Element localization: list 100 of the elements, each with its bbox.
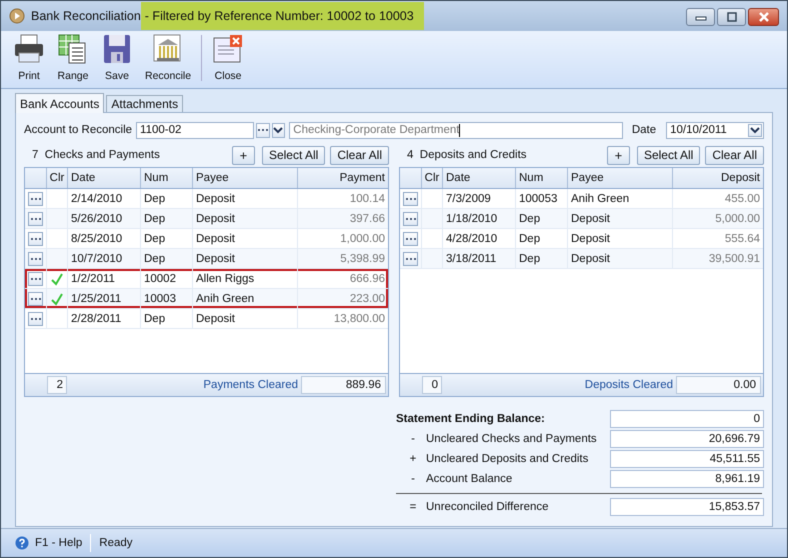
- toolbar-button[interactable]: Range: [53, 33, 93, 82]
- amount-field: 45,511.55: [610, 450, 764, 468]
- table-row[interactable]: 3/18/2011 Dep Deposit 39,500.91: [400, 249, 763, 269]
- row-detail-button[interactable]: [403, 212, 418, 226]
- table-cell: Dep: [516, 249, 568, 268]
- summary-label: Unreconciled Difference: [426, 500, 549, 512]
- row-detail-button[interactable]: [403, 232, 418, 246]
- table-cell: 10/7/2010: [68, 249, 141, 268]
- table-cell: Deposit: [193, 309, 298, 328]
- column-header[interactable]: Clr: [422, 168, 443, 188]
- column-header[interactable]: Num: [516, 168, 568, 188]
- table-cell: Anih Green: [568, 189, 673, 208]
- summary-label: Uncleared Deposits and Credits: [426, 452, 588, 464]
- table-cell-text: 100.14: [348, 192, 386, 206]
- column-header[interactable]: Date: [443, 168, 516, 188]
- field-label: Account to Reconcile: [24, 124, 132, 136]
- section-title: 4 Deposits and Credits: [407, 149, 527, 161]
- summary-label: Account Balance: [426, 472, 512, 484]
- row-detail-button[interactable]: [403, 192, 418, 206]
- table-cell-text: 455.00: [724, 192, 761, 206]
- ellipsis-icon: [404, 256, 416, 260]
- column-header[interactable]: Payment: [298, 168, 388, 188]
- help-icon: [15, 536, 29, 550]
- cleared-total: 0.00: [676, 376, 761, 394]
- ellipsis-icon: [30, 236, 42, 240]
- dropdown-button[interactable]: [272, 122, 286, 138]
- tab[interactable]: Bank Accounts: [15, 93, 104, 113]
- row-detail-button[interactable]: [28, 252, 43, 266]
- sign-symbol: -: [410, 432, 416, 444]
- tab[interactable]: Attachments: [106, 95, 184, 112]
- dropdown-button[interactable]: [748, 124, 762, 136]
- ellipsis-icon: [404, 236, 416, 240]
- maximize-icon: [726, 12, 738, 22]
- row-detail-button[interactable]: [28, 192, 43, 206]
- toolbar-button[interactable]: Print: [9, 33, 49, 82]
- table-cell: Dep: [516, 209, 568, 228]
- table-cell: 7/3/2009: [443, 189, 516, 208]
- amount-field: 15,853.57: [610, 498, 764, 516]
- footer-label: Payments Cleared: [203, 379, 298, 391]
- toolbar-button[interactable]: Save: [97, 33, 137, 82]
- table-cell: 1/18/2010: [443, 209, 516, 228]
- table-cell-text: 13,800.00: [332, 312, 386, 326]
- select-all-button[interactable]: Select All: [636, 146, 700, 164]
- table-cell: Deposit: [193, 249, 298, 268]
- table-row[interactable]: 2/28/2011 Dep Deposit 13,800.00: [25, 309, 388, 329]
- table-cell: 10003: [141, 289, 193, 308]
- checkmark-icon: [50, 272, 64, 286]
- table-cell: Deposit: [568, 249, 673, 268]
- minimize-button[interactable]: [686, 8, 715, 26]
- ellipsis-icon: [30, 296, 42, 300]
- row-detail-button[interactable]: [28, 292, 43, 306]
- table-cell-text: 223.00: [348, 292, 386, 306]
- column-header[interactable]: Payee: [193, 168, 298, 188]
- table-row[interactable]: 10/7/2010 Dep Deposit 5,398.99: [25, 249, 388, 269]
- table-cell: 100053: [516, 189, 568, 208]
- sign-symbol: =: [408, 500, 418, 512]
- table-row[interactable]: 1/18/2010 Dep Deposit 5,000.00: [400, 209, 763, 229]
- close-button[interactable]: [748, 8, 779, 26]
- table-cell: Deposit: [193, 189, 298, 208]
- table-cell-text: 666.96: [348, 272, 386, 286]
- table-row[interactable]: 5/26/2010 Dep Deposit 397.66: [25, 209, 388, 229]
- row-detail-button[interactable]: [28, 212, 43, 226]
- row-detail-button[interactable]: [28, 312, 43, 326]
- footer-label: Deposits Cleared: [584, 379, 673, 391]
- table-cell-text: 5,000.00: [714, 212, 761, 226]
- help-hint: F1 - Help: [35, 537, 82, 549]
- table-cell: Deposit: [568, 229, 673, 248]
- description-field[interactable]: Checking-Corporate Department: [289, 122, 623, 138]
- column-header[interactable]: Num: [141, 168, 193, 188]
- table-cell-text: 555.64: [724, 232, 761, 246]
- amount-field: 8,961.19: [610, 470, 764, 488]
- table-cell: 8/25/2010: [68, 229, 141, 248]
- table-cell: Deposit: [568, 209, 673, 228]
- clear-all-button[interactable]: Clear All: [705, 146, 764, 164]
- account-field[interactable]: 1100-02: [136, 122, 254, 138]
- column-header[interactable]: Clr: [47, 168, 68, 188]
- add-button[interactable]: +: [606, 146, 630, 164]
- column-header[interactable]: Payee: [568, 168, 673, 188]
- clear-all-button[interactable]: Clear All: [330, 146, 389, 164]
- summary-label: Uncleared Checks and Payments: [426, 432, 597, 444]
- amount-field[interactable]: 0: [610, 410, 764, 428]
- table-cell: 2/28/2011: [68, 309, 141, 328]
- toolbar-button[interactable]: Close: [208, 33, 248, 82]
- amount-field: 20,696.79: [610, 430, 764, 448]
- column-header[interactable]: Deposit: [673, 168, 763, 188]
- select-all-button[interactable]: Select All: [262, 146, 326, 164]
- table-row[interactable]: 1/25/2011 10003 Anih Green 223.00: [25, 289, 388, 309]
- row-detail-button[interactable]: [403, 252, 418, 266]
- date-field[interactable]: 10/10/2011: [666, 122, 764, 138]
- row-detail-button[interactable]: [28, 272, 43, 286]
- ellipsis-button[interactable]: [256, 122, 270, 138]
- add-button[interactable]: +: [232, 146, 255, 164]
- table-cell: 2/14/2010: [68, 189, 141, 208]
- table-cell: Deposit: [193, 229, 298, 248]
- app-icon: [9, 8, 25, 24]
- maximize-button[interactable]: [717, 8, 746, 26]
- toolbar-button[interactable]: Reconcile: [141, 33, 196, 82]
- column-header[interactable]: Date: [68, 168, 141, 188]
- cleared-total: 889.96: [301, 376, 386, 394]
- row-detail-button[interactable]: [28, 232, 43, 246]
